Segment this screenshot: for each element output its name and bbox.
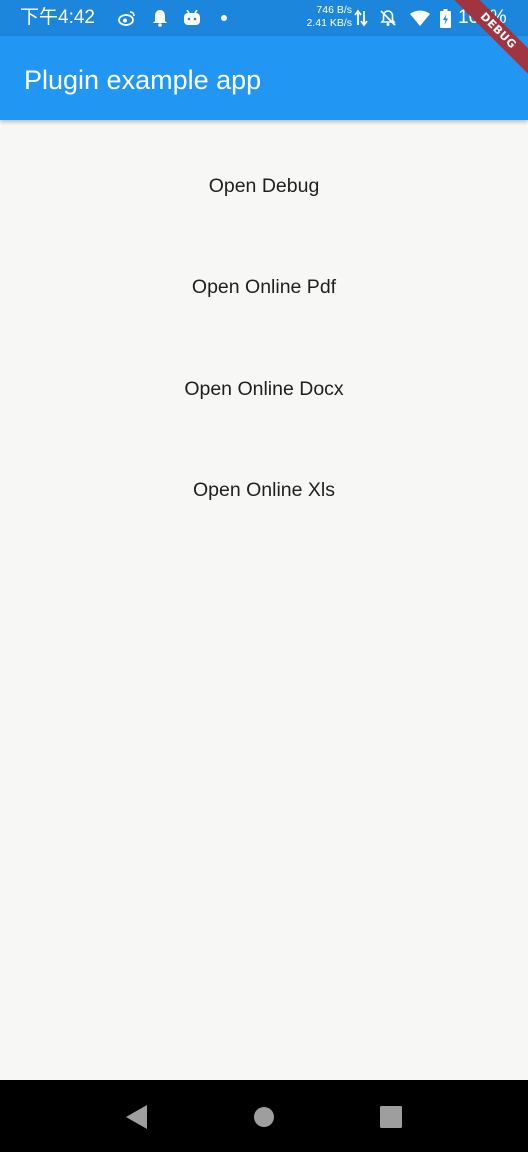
open-debug-button[interactable]: Open Debug [0,156,528,216]
dot-icon [221,15,227,21]
back-icon[interactable] [124,1104,150,1130]
do-not-disturb-icon [379,9,397,27]
data-transfer-icon [352,9,370,27]
status-bar: 下午4:42 746 B/s 2.41 KB/s 100% [0,0,528,36]
app-notification-icon [183,9,201,27]
battery-percentage: 100% [458,7,507,28]
wifi-icon [409,9,431,27]
page-title: Plugin example app [24,65,262,95]
notification-bell-icon [151,9,169,27]
network-speed: 746 B/s 2.41 KB/s [296,4,352,30]
status-time: 下午4:42 [20,7,95,28]
download-speed: 2.41 KB/s [306,17,352,29]
open-online-docx-button[interactable]: Open Online Docx [0,359,528,419]
open-online-pdf-button[interactable]: Open Online Pdf [0,257,528,317]
app-bar: Plugin example app [0,36,528,120]
weibo-icon [118,9,136,27]
navigation-bar [0,1080,528,1152]
upload-speed: 746 B/s [316,4,352,16]
battery-charging-icon [439,8,451,28]
home-icon[interactable] [251,1104,277,1130]
open-online-xls-button[interactable]: Open Online Xls [0,460,528,520]
recents-icon[interactable] [378,1104,404,1130]
main-content: Open Debug Open Online Pdf Open Online D… [0,120,528,1080]
